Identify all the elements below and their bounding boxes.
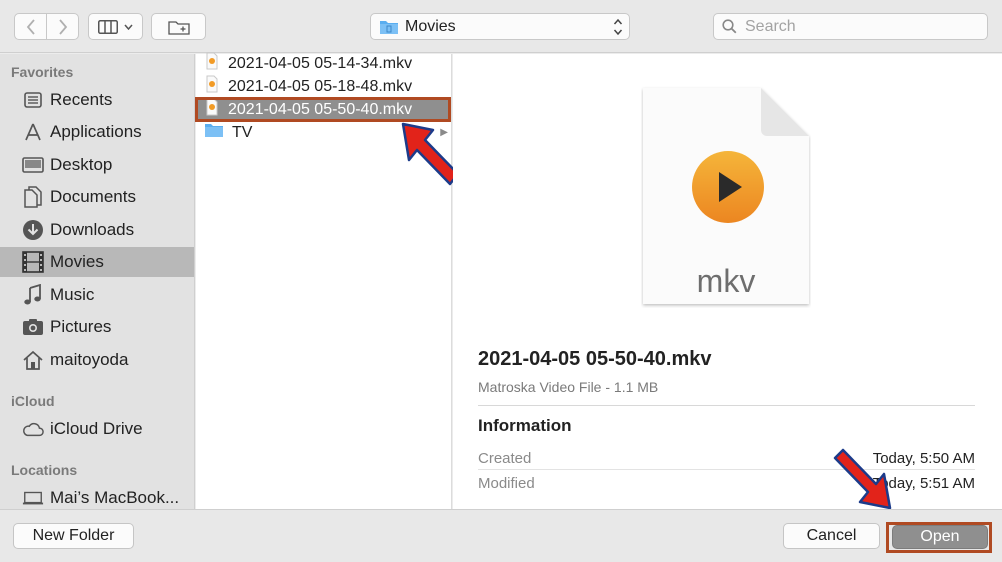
created-row: Created Today, 5:50 AM [478,450,975,474]
column-view-icon [98,19,118,34]
new-folder-icon [167,20,190,35]
information-heading: Information [478,416,572,435]
annotation-arrow-up-icon [401,122,460,186]
sidebar-item-label: Desktop [50,155,113,174]
file-name: 2021-04-05 05-50-40.mkv [228,100,413,118]
sidebar-item-label: maitoyoda [50,350,129,369]
sidebar-item-label: iCloud Drive [50,419,143,438]
laptop-icon [22,487,44,509]
sidebar-item-label: Movies [50,252,104,271]
sidebar-item-applications[interactable]: Applications [0,117,194,147]
annotation-arrow-down-icon [833,448,892,510]
search-icon [722,19,737,34]
sidebar-item-label: Applications [50,122,142,141]
open-button[interactable]: Open [892,525,988,549]
chevron-right-icon [59,18,67,35]
location-label: Movies [405,17,456,35]
divider [478,469,975,470]
cancel-button[interactable]: Cancel [783,523,880,549]
location-popup[interactable]: Movies [370,13,630,40]
search-field[interactable] [713,13,988,40]
preview-pane: mkv 2021-04-05 05-50-40.mkv Matroska Vid… [453,54,1002,510]
sidebar: Favorites Recents Applications Desktop D… [0,54,195,509]
music-icon [22,284,44,306]
chevron-left-icon [26,18,35,35]
preview-file-kind: Matroska Video File - 1.1 MB [478,379,659,395]
file-row[interactable]: 2021-04-05 05-14-34.mkv [196,52,451,75]
movies-icon [22,251,44,273]
video-file-icon [204,75,220,98]
toolbar: Movies [0,0,1002,53]
sidebar-section-locations: Locations [11,462,78,478]
sidebar-item-label: Downloads [50,220,135,239]
sidebar-item-label: Pictures [50,317,112,336]
pictures-icon [22,316,44,338]
folder-name: TV [232,123,253,141]
modified-label: Modified [478,475,535,492]
sidebar-item-documents[interactable]: Documents [0,182,194,212]
modified-row: Modified Today, 5:51 AM [478,475,975,499]
sidebar-item-icloud-drive[interactable]: iCloud Drive [0,414,194,444]
sidebar-item-pictures[interactable]: Pictures [0,312,194,342]
new-folder-toolbar-button[interactable] [151,13,206,40]
file-ext-label: mkv [697,263,756,299]
new-folder-button[interactable]: New Folder [13,523,134,549]
sidebar-item-home[interactable]: maitoyoda [0,345,194,375]
cloud-icon [22,418,44,440]
file-name: 2021-04-05 05-18-48.mkv [228,77,413,95]
sidebar-item-desktop[interactable]: Desktop [0,150,194,180]
sidebar-item-downloads[interactable]: Downloads [0,215,194,245]
sidebar-section-favorites: Favorites [11,64,74,80]
sidebar-item-label: Music [50,285,95,304]
file-list: 2021-04-05 05-14-34.mkv 2021-04-05 05-18… [195,52,460,509]
sidebar-item-label: Documents [50,187,136,206]
back-button[interactable] [15,14,46,39]
recents-icon [22,89,44,111]
file-row[interactable]: 2021-04-05 05-18-48.mkv [196,75,451,98]
folder-icon [204,122,224,143]
bottom-bar: New Folder Cancel Open [0,509,1002,562]
navigation-buttons [14,13,79,40]
sidebar-section-icloud: iCloud [11,393,55,409]
sidebar-item-music[interactable]: Music [0,280,194,310]
sidebar-item-recents[interactable]: Recents [0,85,194,115]
file-row-selected[interactable]: 2021-04-05 05-50-40.mkv [195,97,451,122]
file-name: 2021-04-05 05-14-34.mkv [228,54,413,72]
search-input[interactable] [745,17,975,36]
video-file-icon [204,98,220,121]
movies-folder-icon [380,20,398,34]
preview-file-name: 2021-04-05 05-50-40.mkv [478,348,712,370]
downloads-icon [22,219,44,241]
view-mode-button[interactable] [88,13,143,40]
updown-chevron-icon [613,18,623,36]
desktop-icon [22,154,44,176]
video-file-icon [204,52,220,75]
mkv-file-thumbnail: mkv [643,88,809,304]
home-icon [22,349,44,371]
divider [478,405,975,406]
sidebar-item-macbook[interactable]: Mai’s MacBook... [0,483,194,509]
sidebar-item-label: Recents [50,90,113,109]
forward-button[interactable] [46,14,78,39]
sidebar-item-label: Mai’s MacBook... [50,488,180,507]
applications-icon [22,121,44,143]
sidebar-item-movies[interactable]: Movies [0,247,194,277]
chevron-down-icon [124,24,133,30]
created-label: Created [478,450,532,467]
documents-icon [22,186,44,208]
